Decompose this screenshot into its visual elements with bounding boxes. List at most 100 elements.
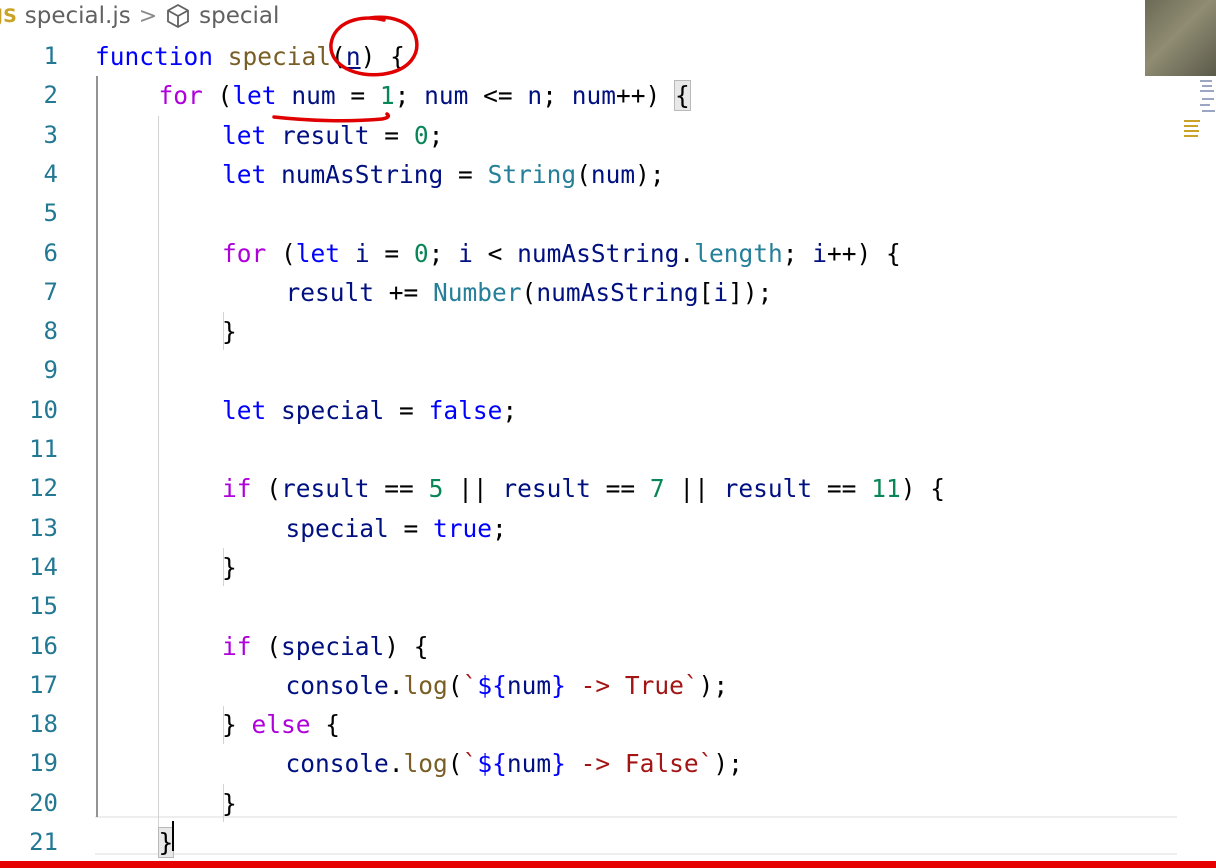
code-token: ++) { [826,238,901,268]
code-token: let [222,395,267,425]
code-token: ; [782,238,813,268]
breadcrumb: JS special.js > special [0,0,1140,32]
line-number: 5 [43,199,58,228]
code-token: == [812,474,872,504]
code-token: { [673,80,691,112]
code-token: } [551,670,566,700]
code-token: n [345,42,361,71]
code-token: num [590,159,636,189]
code-token: ; [428,238,459,268]
code-token: } [222,710,252,740]
line-number: 21 [29,828,58,856]
code-token: || [664,474,724,504]
code-token: for [158,81,203,111]
code-line[interactable]: let result = 0; [222,116,443,155]
code-token: ; [428,120,444,150]
line-number: 15 [29,592,58,621]
line-number: 13 [29,513,58,542]
code-line[interactable]: special = true; [286,509,507,548]
code-token: i [812,238,827,268]
code-token: } [222,788,237,818]
code-line[interactable]: function special(n) { [95,37,405,76]
code-token: true [433,513,493,543]
line-number: 11 [29,435,58,463]
current-line-highlight [95,816,1177,855]
line-number: 12 [29,474,58,503]
code-token: if [222,474,252,504]
line-number: 18 [29,710,58,739]
code-token: special [281,631,385,661]
code-token: num [506,749,552,779]
cube-icon [165,3,191,29]
code-line[interactable]: result += Number(numAsString[i]); [286,273,773,312]
code-token: numAsString [281,159,444,189]
breadcrumb-symbol[interactable]: special [199,3,279,29]
code-line[interactable]: console.log(`${num} -> False`); [286,744,743,783]
code-token: String [487,159,577,189]
code-token: false [428,395,503,425]
code-line[interactable]: for (let num = 1; num <= n; num++) { [158,76,691,115]
code-token: ` [462,670,478,700]
code-token: ); [635,159,665,189]
code-token: num [571,81,616,111]
code-token: n [527,81,543,111]
code-token: ( [251,474,282,504]
code-token: [ [698,277,714,307]
breadcrumb-file[interactable]: special.js [25,3,131,29]
breadcrumb-separator: > [138,3,158,29]
code-token: ( [447,670,463,700]
code-token: ; [542,81,572,111]
js-file-icon: JS [0,5,17,27]
code-token: . [679,238,695,268]
line-number: 2 [43,81,58,110]
code-line[interactable]: let numAsString = String(num); [222,155,665,194]
code-line[interactable]: } [222,312,237,351]
code-token: = [335,81,380,111]
code-token: ++) [615,81,675,111]
code-token: num [424,81,469,111]
code-token: result [281,474,370,504]
code-token: else [251,710,311,740]
code-token: ( [447,749,463,779]
code-token: < [472,238,518,268]
code-token: ); [713,749,743,779]
code-line[interactable]: } [222,784,237,823]
line-number: 14 [29,552,58,581]
code-line[interactable]: let special = false; [222,391,517,430]
code-token: console [285,749,389,779]
code-token: numAsString [536,277,699,307]
code-token: i [354,238,370,268]
code-token: = [388,513,434,543]
code-token: ( [521,277,537,307]
line-number: 3 [43,120,58,149]
code-line[interactable]: for (let i = 0; i < numAsString.length; … [222,234,901,273]
code-token: let [222,159,267,189]
code-token: console [285,670,389,700]
code-token: Number [433,277,522,307]
line-number: 16 [29,631,58,660]
code-token: num [291,81,336,111]
indent-guide [158,116,159,856]
code-token: i [458,238,473,268]
code-line[interactable]: } [222,548,237,587]
line-number: 8 [43,317,58,346]
line-number: 1 [43,42,58,70]
code-token: <= [468,81,528,111]
code-line[interactable]: if (special) { [222,627,429,666]
indent-guide [96,76,98,817]
code-token: += [374,277,434,307]
code-line[interactable]: if (result == 5 || result == 7 || result… [222,469,945,508]
code-editor[interactable]: 1 2 3 4 5 6 7 8 9 10 11 12 13 14 15 16 17 18 19 20 21 functi… [0,36,1216,861]
code-line[interactable]: console.log(`${num} -> True`); [286,666,729,705]
code-line[interactable]: } else { [222,705,340,744]
code-token: ) { [360,42,405,71]
code-token: let [295,238,341,268]
progress-bar[interactable] [0,861,1216,868]
code-token: ; [502,395,518,425]
minimap[interactable] [1180,76,1216,146]
code-token: special [281,395,385,425]
code-token: length [694,238,783,268]
